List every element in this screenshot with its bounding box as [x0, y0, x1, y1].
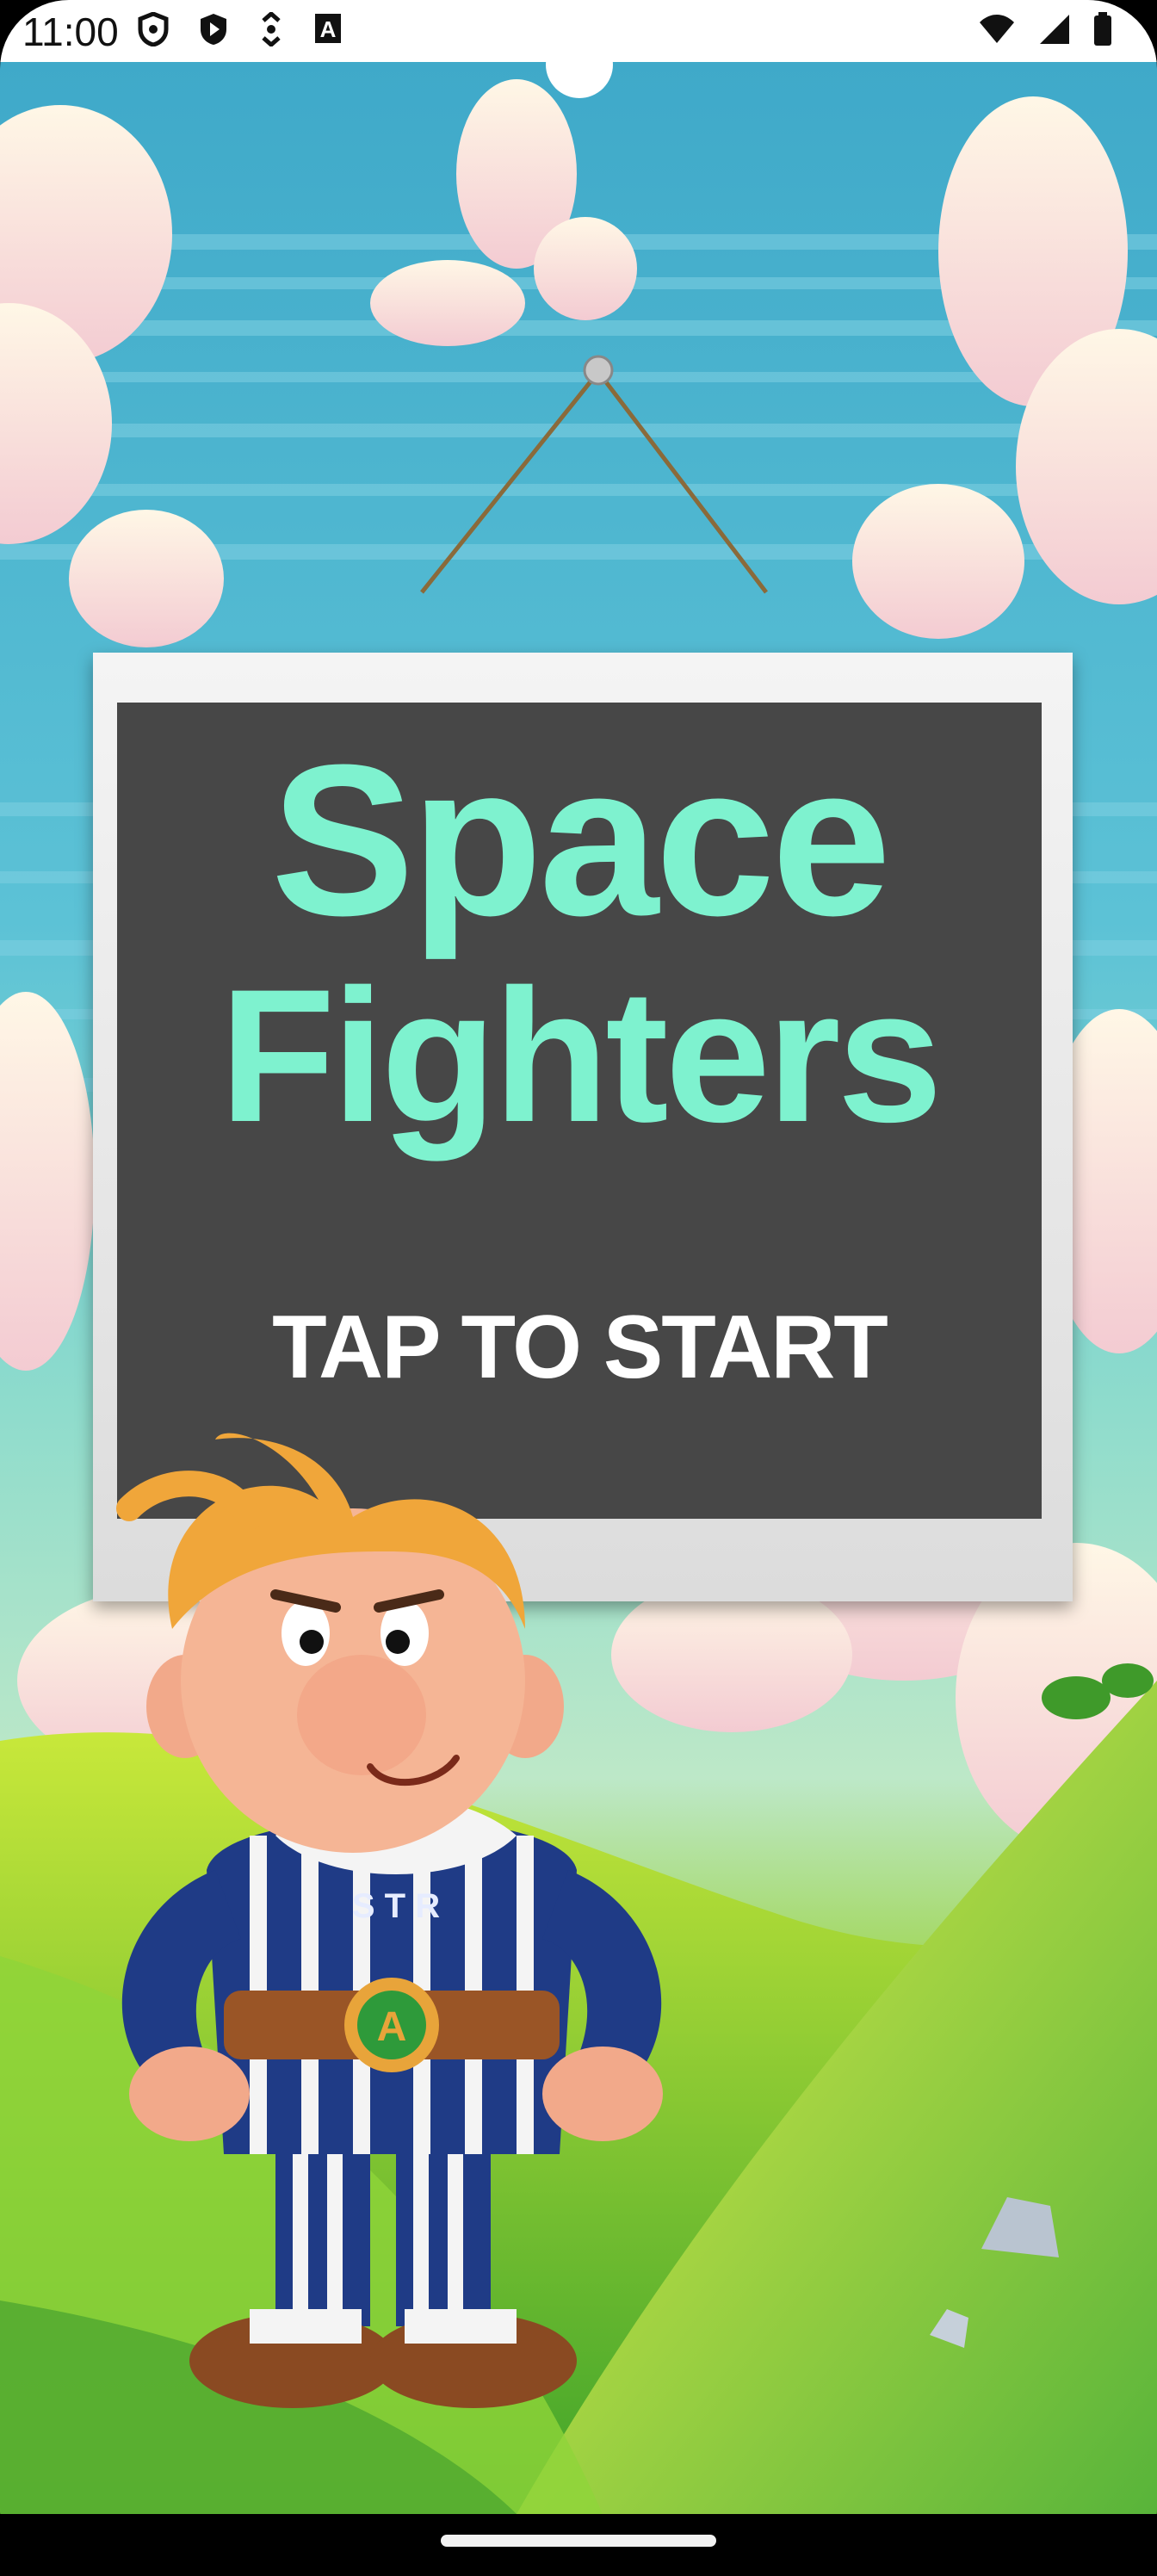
shield-icon	[138, 12, 169, 46]
data-saver-icon	[262, 12, 281, 46]
accessibility-a-icon: A	[315, 14, 341, 43]
game-title-line-1: Space	[270, 720, 892, 960]
wifi-icon	[980, 15, 1014, 43]
svg-text:A: A	[320, 16, 337, 42]
title-sign-board: Space Fighters TAP TO START	[117, 703, 1042, 1519]
game-title-line-2: Fighters	[220, 950, 943, 1161]
gesture-nav-handle[interactable]	[441, 2535, 716, 2547]
mascot-character: A S T R	[116, 1433, 663, 2408]
front-camera-cutout	[546, 31, 613, 98]
shirt-letters: S T R	[352, 1887, 440, 1925]
status-time: 11:00	[22, 9, 119, 54]
signal-icon	[1040, 15, 1069, 44]
game-title-screen[interactable]: Space Fighters TAP TO START A S T R	[0, 62, 1157, 2514]
belt-letter: A	[377, 2004, 407, 2050]
battery-icon	[1094, 12, 1111, 46]
play-protect-icon	[201, 14, 226, 45]
phone-screen: 11:00 A Space Fighters TAP TO START A S …	[0, 0, 1157, 2576]
tap-to-start-label[interactable]: TAP TO START	[117, 1297, 1042, 1399]
